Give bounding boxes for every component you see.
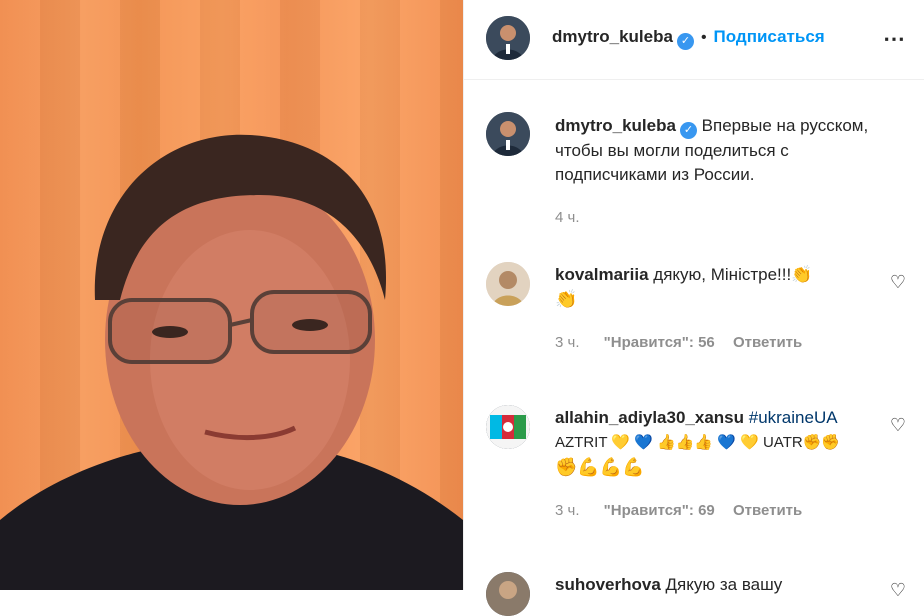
verified-icon: ✓ [679,122,697,139]
caption-username[interactable]: dmytro_kuleba [555,116,676,135]
comment-username[interactable]: allahin_adiyla30_xansu [555,408,744,427]
caption-avatar[interactable] [486,112,530,156]
comment-likes[interactable]: "Нравится": 56 [604,334,715,351]
comment-time: 3 ч. [555,502,580,519]
verified-icon: ✓ [676,33,694,50]
comment-text: kovalmariia дякую, Міністре!!!👏 👏 [555,263,885,312]
like-heart-icon[interactable]: ♡ [890,272,906,293]
caption-text: dmytro_kuleba ✓ Впервые на русском, чтобы… [555,114,905,187]
post-header: dmytro_kuleba ✓ • Подписаться ⋯ [464,0,924,80]
comment-avatar[interactable] [486,262,530,306]
comment-likes[interactable]: "Нравится": 69 [604,502,715,519]
like-heart-icon[interactable]: ♡ [890,580,906,601]
reply-button[interactable]: Ответить [733,502,802,519]
caption-line1: Впервые на русском, [701,116,869,135]
like-heart-icon[interactable]: ♡ [890,415,906,436]
comments-panel: dmytro_kuleba ✓ • Подписаться ⋯ dmytro_kule… [464,0,924,616]
more-options-icon[interactable]: ⋯ [883,26,906,52]
comment-body: Дякую за вашу [665,575,783,594]
comment-body-line3: ✊💪💪💪 [555,457,645,477]
comment-body-line2: 👏 [555,289,578,309]
comment-text: suhoverhova Дякую за вашу [555,573,885,597]
caption-line3: подписчиками из России. [555,165,755,184]
comment-text: allahin_adiyla30_xansu #ukraineUA AZTRIT… [555,406,890,480]
comment-avatar[interactable] [486,405,530,449]
comment-avatar[interactable] [486,572,530,616]
avatar[interactable] [486,16,530,60]
header-user-row: dmytro_kuleba ✓ • Подписаться [552,27,825,50]
comment-hashtag[interactable]: #ukraineUA [749,408,838,427]
comment-meta: 3 ч. "Нравится": 56 Ответить [555,334,802,351]
comment-body: дякую, Міністре!!!👏 [653,265,813,284]
comment-username[interactable]: kovalmariia [555,265,649,284]
comment-username[interactable]: suhoverhova [555,575,661,594]
follow-button[interactable]: Подписаться [714,27,825,46]
comment-meta: 3 ч. "Нравится": 69 Ответить [555,502,802,519]
caption-time: 4 ч. [555,209,580,226]
reply-button[interactable]: Ответить [733,334,802,351]
caption-line2: чтобы вы могли поделиться с [555,141,789,160]
separator-dot: • [700,29,707,46]
person-figure [0,134,463,590]
post-video[interactable] [0,0,463,590]
comment-body-line2: AZTRIT 💛 💙 👍👍👍 💙 💛 UATR✊✊ [555,434,841,451]
header-username[interactable]: dmytro_kuleba [552,27,673,46]
comment-time: 3 ч. [555,334,580,351]
